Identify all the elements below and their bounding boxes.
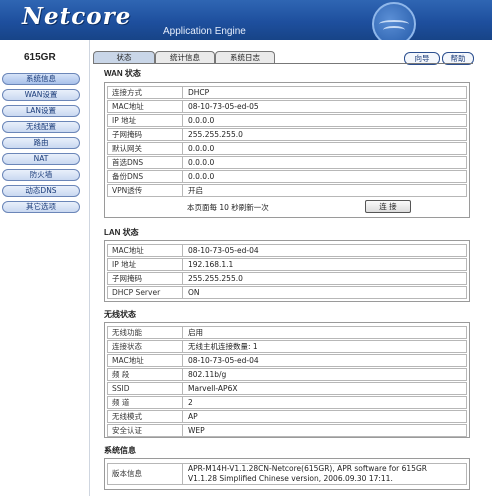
- table-row: IP 地址 0.0.0.0: [107, 114, 467, 127]
- lan-section-title: LAN 状态: [104, 228, 139, 237]
- table-row: 连接方式 DHCP: [107, 86, 467, 99]
- sidebar-item-system-info[interactable]: 系统信息: [2, 73, 80, 85]
- table-row: 频 道2: [107, 396, 467, 409]
- wireless-status-panel: 无线功能 启用 连接状态 无线主机连接数量: 1 MAC地址 08-10-73-05-…: [104, 322, 470, 438]
- table-row: 无线模式 AP: [107, 410, 467, 423]
- globe-icon: [372, 2, 416, 40]
- lan-status-panel: MAC地址 08-10-73-05-ed-04 IP 地址 192.168.1.1 …: [104, 240, 470, 302]
- table-row: 安全认证 WEP: [107, 424, 467, 437]
- sidebar-item-ddns[interactable]: 动态DNS: [2, 185, 80, 197]
- wan-section-title: WAN 状态: [104, 69, 141, 78]
- table-row: 无线功能 启用: [107, 326, 467, 339]
- table-row: MAC地址 08-10-73-05-ed-05: [107, 100, 467, 113]
- table-row: 版本信息 APR-M14H-V1.1.28CN-Netcore(615GR), …: [107, 463, 467, 485]
- table-row: VPN透传 开启: [107, 184, 467, 197]
- model-name: 615GR: [24, 52, 56, 63]
- table-row: 子网掩码 255.255.255.0: [107, 128, 467, 141]
- wireless-section-title: 无线状态: [104, 310, 136, 319]
- table-row: IP 地址 192.168.1.1: [107, 258, 467, 271]
- sidebar-item-nat[interactable]: NAT: [2, 153, 80, 165]
- sidebar-item-routing[interactable]: 路由: [2, 137, 80, 149]
- tab-divider: [93, 63, 473, 64]
- table-row: MAC地址 08-10-73-05-ed-04: [107, 354, 467, 367]
- version-line-1: APR-M14H-V1.1.28CN-Netcore(615GR), APR s…: [188, 464, 427, 473]
- table-row: DHCP Server ON: [107, 286, 467, 299]
- netcore-logo: Netcore: [22, 3, 132, 30]
- table-row: 首选DNS 0.0.0.0: [107, 156, 467, 169]
- table-row: 备份DNS 0.0.0.0: [107, 170, 467, 183]
- wan-status-panel: 连接方式 DHCP MAC地址 08-10-73-05-ed-05 IP 地址 0.0…: [104, 82, 470, 218]
- sysinfo-panel: 版本信息 APR-M14H-V1.1.28CN-Netcore(615GR), …: [104, 458, 470, 490]
- version-line-2: V1.1.28 Simplified Chinese version, 2006…: [188, 474, 393, 483]
- sidebar-item-wireless[interactable]: 无线配置: [2, 121, 80, 133]
- connect-button[interactable]: 连 接: [365, 200, 411, 213]
- refresh-note: 本页面每 10 秒刷新一次: [187, 203, 269, 212]
- table-row: 默认网关 0.0.0.0: [107, 142, 467, 155]
- sysinfo-section-title: 系统信息: [104, 446, 136, 455]
- table-row: 子网掩码 255.255.255.0: [107, 272, 467, 285]
- refresh-row: 本页面每 10 秒刷新一次 连 接: [107, 200, 465, 214]
- sidebar-item-wan[interactable]: WAN设置: [2, 89, 80, 101]
- table-row: 频 段 802.11b/g: [107, 368, 467, 381]
- sidebar-item-lan[interactable]: LAN设置: [2, 105, 80, 117]
- table-row: SSID Marvell-AP6X: [107, 382, 467, 395]
- sidebar-item-firewall[interactable]: 防火墙: [2, 169, 80, 181]
- table-row: 连接状态 无线主机连接数量: 1: [107, 340, 467, 353]
- app-header: Netcore Application Engine: [0, 0, 492, 40]
- table-row: MAC地址 08-10-73-05-ed-04: [107, 244, 467, 257]
- sidebar-item-other[interactable]: 其它选项: [2, 201, 80, 213]
- header-subtitle: Application Engine: [163, 26, 246, 37]
